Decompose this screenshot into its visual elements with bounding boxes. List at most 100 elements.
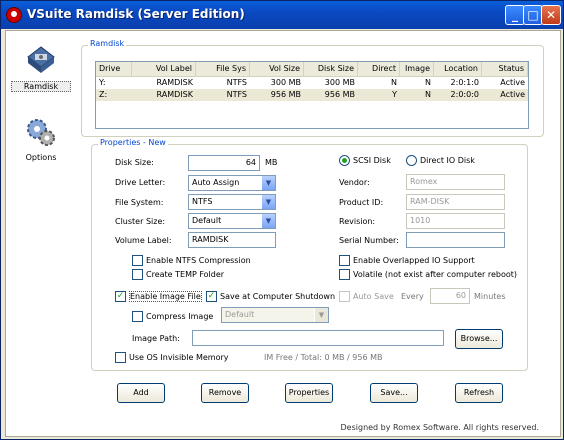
nav-item-options[interactable]: Options bbox=[11, 115, 71, 162]
file-system-value: NTFS bbox=[192, 197, 213, 206]
enable-overlapped-io-checkbox[interactable]: Enable Overlapped IO Support bbox=[339, 255, 475, 266]
cluster-size-select[interactable]: Default ▼ bbox=[188, 213, 276, 229]
column-header[interactable]: Direct bbox=[358, 62, 400, 76]
remove-button[interactable]: Remove bbox=[201, 383, 249, 403]
drive-letter-value: Auto Assign bbox=[192, 178, 240, 187]
direct-io-disk-radio[interactable]: Direct IO Disk bbox=[406, 155, 475, 166]
drive-letter-select[interactable]: Auto Assign ▼ bbox=[188, 175, 276, 191]
add-button[interactable]: Add bbox=[117, 383, 165, 403]
minutes-label: Minutes bbox=[474, 292, 506, 301]
table-row[interactable]: Z: RAMDISK NTFS 956 MB 956 MB Y N 2:0:0:… bbox=[96, 89, 528, 101]
product-id-input[interactable]: RAM-DISK bbox=[406, 194, 505, 210]
table-cell: 956 MB bbox=[324, 90, 355, 99]
table-cell: 956 MB bbox=[270, 90, 301, 99]
save-at-shutdown-checkbox[interactable]: ✓ Save at Computer Shutdown bbox=[206, 291, 335, 302]
table-header: Drive Vol Label File Sys Vol Size Disk S… bbox=[96, 62, 528, 77]
ramdisk-table[interactable]: Drive Vol Label File Sys Vol Size Disk S… bbox=[95, 61, 529, 129]
table-cell: 2:0:0:0 bbox=[450, 90, 479, 99]
scsi-disk-radio[interactable]: SCSI Disk bbox=[339, 155, 391, 166]
table-cell: RAMDISK bbox=[156, 78, 193, 87]
vendor-input[interactable]: Romex bbox=[406, 174, 505, 190]
enable-overlapped-io-label: Enable Overlapped IO Support bbox=[353, 256, 475, 265]
table-cell: Y bbox=[392, 90, 397, 99]
properties-group-title: Properties - New bbox=[98, 138, 168, 147]
table-cell: Active bbox=[500, 90, 525, 99]
direct-io-disk-label: Direct IO Disk bbox=[420, 156, 475, 165]
checkmark-icon: ✓ bbox=[115, 291, 126, 302]
column-header[interactable]: Disk Size bbox=[304, 62, 358, 76]
disk-size-input[interactable]: 64 bbox=[188, 155, 260, 171]
every-input[interactable]: 60 bbox=[430, 288, 470, 304]
table-cell: Y: bbox=[99, 78, 106, 87]
volatile-checkbox[interactable]: Volatile (not exist after computer reboo… bbox=[339, 269, 517, 280]
refresh-button[interactable]: Refresh bbox=[455, 383, 503, 403]
column-header[interactable]: Vol Size bbox=[250, 62, 304, 76]
column-header[interactable]: Vol Label bbox=[132, 62, 196, 76]
app-icon bbox=[6, 7, 22, 23]
column-header[interactable]: Status bbox=[482, 62, 528, 76]
disk-size-unit: MB bbox=[265, 158, 278, 167]
column-header[interactable]: File Sys bbox=[196, 62, 250, 76]
column-header[interactable]: Location bbox=[434, 62, 482, 76]
auto-save-label: Auto Save bbox=[353, 292, 394, 301]
compress-level-select[interactable]: Default ▼ bbox=[221, 307, 329, 323]
compress-image-checkbox[interactable]: Compress Image bbox=[132, 311, 213, 322]
nav-item-ramdisk[interactable]: Ramdisk bbox=[11, 43, 71, 92]
minimize-button[interactable]: _ bbox=[505, 5, 525, 25]
table-cell: 300 MB bbox=[270, 78, 301, 87]
create-temp-folder-label: Create TEMP Folder bbox=[146, 270, 225, 279]
use-os-invisible-memory-checkbox[interactable]: Use OS Invisible Memory bbox=[115, 352, 228, 363]
vendor-label: Vendor: bbox=[339, 178, 370, 187]
auto-save-checkbox[interactable]: Auto Save bbox=[339, 291, 394, 302]
radio-selected-icon bbox=[339, 155, 350, 166]
table-cell: Z: bbox=[99, 90, 108, 99]
file-system-select[interactable]: NTFS ▼ bbox=[188, 194, 276, 210]
table-cell: N bbox=[425, 90, 431, 99]
image-path-input[interactable] bbox=[192, 330, 444, 346]
compress-image-label: Compress Image bbox=[146, 312, 214, 321]
title-bar[interactable]: VSuite Ramdisk (Server Edition) _ □ ✕ bbox=[1, 1, 563, 29]
chevron-down-icon[interactable]: ▼ bbox=[261, 214, 275, 228]
browse-button[interactable]: Browse... bbox=[455, 329, 503, 349]
enable-image-file-label: Enable Image File bbox=[129, 291, 202, 302]
drive-letter-label: Drive Letter: bbox=[115, 178, 166, 187]
checkbox-icon bbox=[132, 311, 143, 322]
cluster-size-value: Default bbox=[192, 216, 222, 225]
save-button[interactable]: Save... bbox=[370, 383, 418, 403]
product-id-label: Product ID: bbox=[339, 198, 384, 207]
gears-icon bbox=[27, 119, 55, 146]
checkbox-icon bbox=[132, 255, 143, 266]
table-row[interactable]: Y: RAMDISK NTFS 300 MB 300 MB N N 2:0:1:… bbox=[96, 77, 528, 89]
create-temp-folder-checkbox[interactable]: Create TEMP Folder bbox=[132, 269, 224, 280]
window-title: VSuite Ramdisk (Server Edition) bbox=[27, 7, 245, 21]
nav-label-options: Options bbox=[25, 153, 57, 162]
maximize-button[interactable]: □ bbox=[523, 5, 543, 25]
properties-button[interactable]: Properties bbox=[285, 383, 333, 403]
column-header[interactable]: Image bbox=[400, 62, 434, 76]
checkbox-icon bbox=[339, 255, 350, 266]
revision-label: Revision: bbox=[339, 217, 376, 226]
table-cell: 300 MB bbox=[324, 78, 355, 87]
serial-number-label: Serial Number: bbox=[339, 236, 399, 245]
volume-label-input[interactable]: RAMDISK bbox=[188, 232, 276, 248]
table-cell: 2:0:1:0 bbox=[450, 78, 479, 87]
column-header[interactable]: Drive bbox=[96, 62, 132, 76]
compress-level-value: Default bbox=[225, 310, 255, 319]
enable-ntfs-compression-checkbox[interactable]: Enable NTFS Compression bbox=[132, 255, 251, 266]
close-button[interactable]: ✕ bbox=[541, 5, 561, 25]
chevron-down-icon[interactable]: ▼ bbox=[261, 195, 275, 209]
table-cell: N bbox=[425, 78, 431, 87]
volatile-label: Volatile (not exist after computer reboo… bbox=[353, 270, 518, 279]
table-cell: NTFS bbox=[226, 78, 247, 87]
checkbox-icon bbox=[339, 291, 350, 302]
cluster-size-label: Cluster Size: bbox=[115, 217, 166, 226]
revision-input[interactable]: 1010 bbox=[406, 213, 505, 229]
chevron-down-icon[interactable]: ▼ bbox=[261, 176, 275, 190]
radio-unselected-icon bbox=[406, 155, 417, 166]
chevron-down-icon[interactable]: ▼ bbox=[314, 308, 328, 322]
serial-number-input[interactable] bbox=[406, 232, 505, 248]
enable-image-file-checkbox[interactable]: ✓ Enable Image File bbox=[115, 291, 202, 302]
app-window: VSuite Ramdisk (Server Edition) _ □ ✕ Ra… bbox=[0, 0, 564, 440]
copyright-footer: Designed by Romex Software. All rights r… bbox=[340, 423, 539, 432]
ramdisk-icon bbox=[27, 46, 55, 73]
